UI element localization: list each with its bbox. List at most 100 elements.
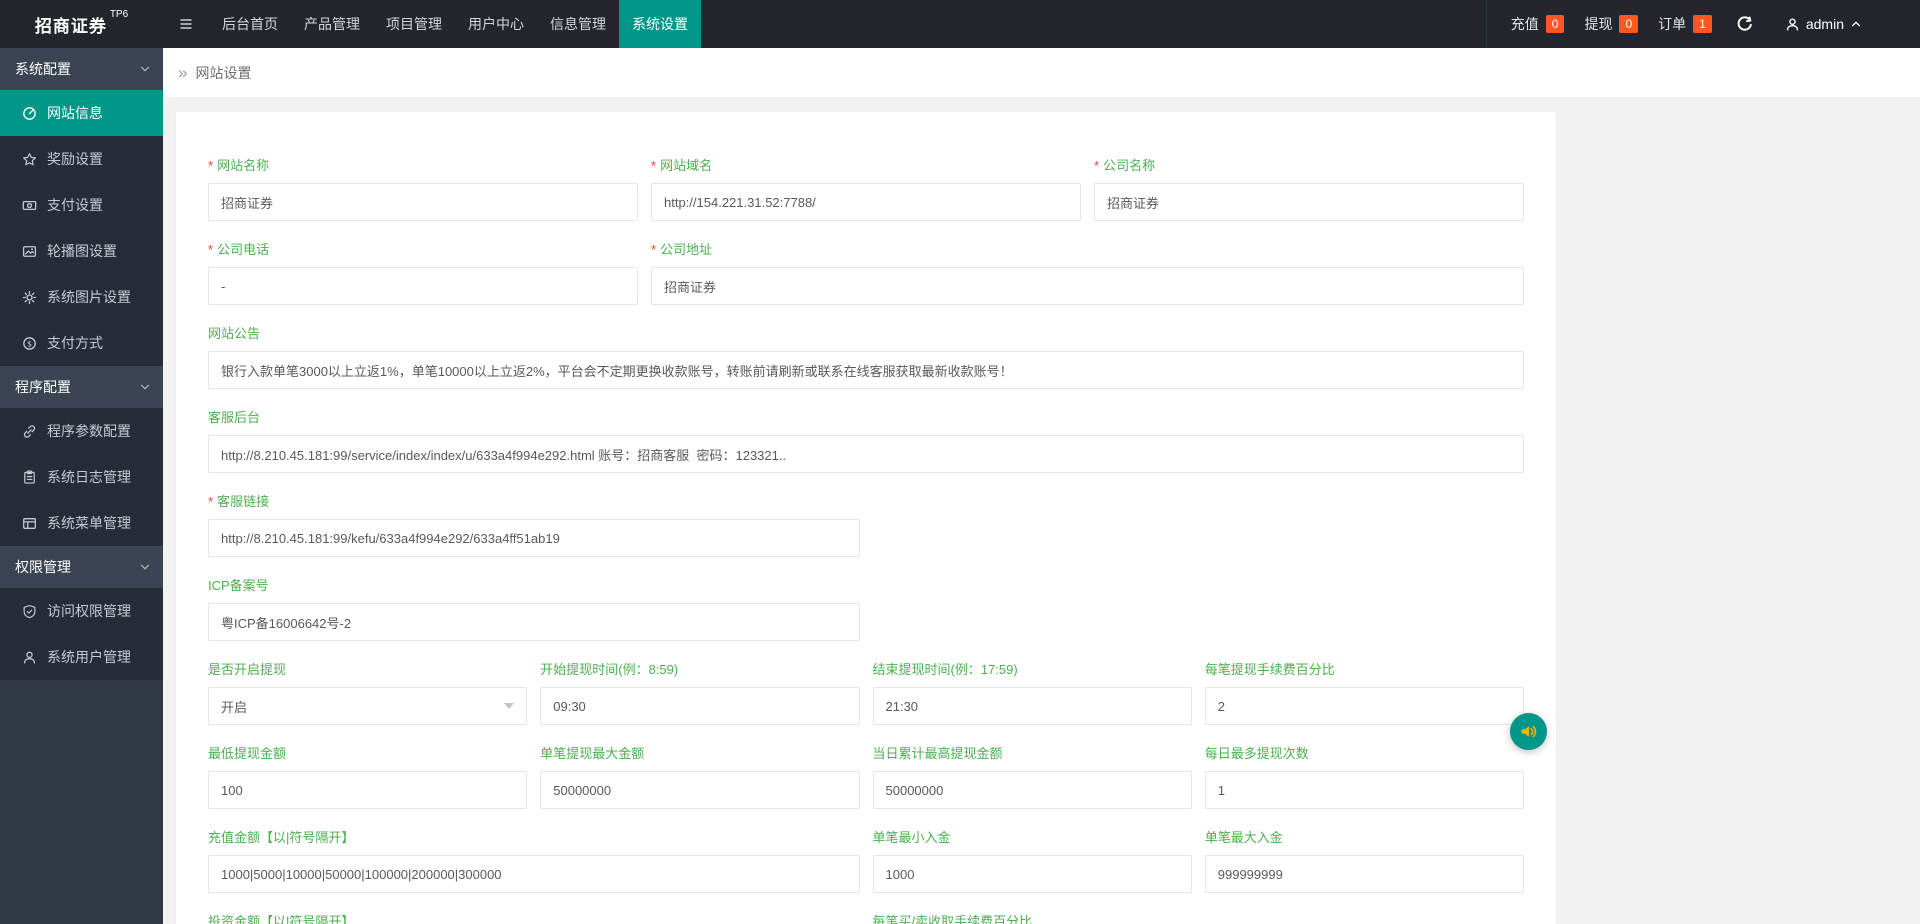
field-label: 客服后台 [208,410,261,425]
company-phone-input[interactable] [208,267,638,305]
banknote-icon [22,198,37,213]
nav-item-projects[interactable]: 项目管理 [373,0,455,48]
min-withdraw-input[interactable] [208,771,528,809]
field-company-phone: * 公司电话 [208,241,638,305]
service-link-input[interactable] [208,519,860,557]
field-withdraw-start-time: 开始提现时间(例：8:59) [540,661,860,725]
refresh-button[interactable] [1722,15,1767,33]
sidebar-item-label: 支付方式 [47,335,103,351]
sidebar-section-program-config[interactable]: 程序配置 [0,366,163,408]
field-max-deposit: 单笔最大入金 [1204,829,1524,893]
section-title-label: 权限管理 [15,559,71,575]
field-trade-fee-percent: 每笔买/卖收取手续费百分比 [873,913,1192,924]
field-withdraw-end-time: 结束提现时间(例：17:59) [872,661,1192,725]
chevron-down-icon [139,381,151,393]
field-label: 网站名称 [217,158,270,173]
max-deposit-input[interactable] [1204,855,1524,893]
max-daily-withdraw-times-input[interactable] [1204,771,1524,809]
sidebar-group: 访问权限管理 系统用户管理 [0,588,163,680]
user-menu[interactable]: admin [1767,16,1862,32]
sidebar-item-label: 访问权限管理 [47,603,131,619]
field-site-name: * 网站名称 [208,157,638,221]
withdraw-end-time-input[interactable] [872,687,1192,725]
site-notice-input[interactable] [208,351,1524,389]
min-deposit-input[interactable] [872,855,1192,893]
field-label: 单笔提现最大金额 [540,746,645,761]
max-daily-withdraw-input[interactable] [872,771,1192,809]
sidebar-section-system-config[interactable]: 系统配置 [0,48,163,90]
nav-item-system-settings[interactable]: 系统设置 [619,0,701,48]
nav-item-info[interactable]: 信息管理 [537,0,619,48]
withdraw-start-time-input[interactable] [540,687,860,725]
sidebar-item-system-images[interactable]: 系统图片设置 [0,274,163,320]
sidebar: 系统配置 网站信息 奖励设置 支付设置 轮播图设置 系统图片设置 $ 支付方式 … [0,48,163,924]
withdraw-notice-button[interactable]: 提现 0 [1574,14,1648,34]
sidebar-item-system-menus[interactable]: 系统菜单管理 [0,500,163,546]
window-icon [22,516,37,531]
sidebar-item-label: 系统图片设置 [47,289,131,305]
recharge-notice-button[interactable]: 充值 0 [1501,14,1575,34]
recharge-amounts-input[interactable] [208,855,860,893]
user-icon [22,650,37,665]
field-max-daily-withdraw: 当日累计最高提现金额 [872,745,1192,809]
max-single-withdraw-input[interactable] [540,771,860,809]
breadcrumb: » 网站设置 [163,48,1920,98]
sidebar-item-reward-settings[interactable]: 奖励设置 [0,136,163,182]
top-header: 招商证券 TP6 后台首页 产品管理 项目管理 用户中心 信息管理 系统设置 充… [0,0,1920,48]
recharge-count-badge: 0 [1545,15,1565,33]
required-marker: * [208,494,214,509]
refresh-icon [1736,15,1753,33]
sidebar-item-label: 系统日志管理 [47,469,131,485]
gear-icon [22,290,37,305]
sidebar-item-label: 网站信息 [47,105,103,121]
main-content: » 网站设置 *网站名称 *网站域名 *公司名称 *公司电话 *公 [163,48,1920,924]
field-min-withdraw: 最低提现金额 [208,745,528,809]
nav-item-products[interactable]: 产品管理 [291,0,373,48]
field-label: 投资金额【以|符号隔开】 [208,914,355,924]
sidebar-item-label: 系统菜单管理 [47,515,131,531]
field-recharge-amounts: 充值金额【以|符号隔开】 [208,829,860,893]
field-label: 每笔提现手续费百分比 [1204,662,1335,677]
top-nav: 后台首页 产品管理 项目管理 用户中心 信息管理 系统设置 [209,0,701,48]
sidebar-item-payment-methods[interactable]: $ 支付方式 [0,320,163,366]
service-backend-input[interactable] [208,435,1524,473]
icp-number-input[interactable] [208,603,860,641]
nav-item-users[interactable]: 用户中心 [455,0,537,48]
sidebar-item-site-info[interactable]: 网站信息 [0,90,163,136]
withdraw-enabled-select[interactable]: 开启 [208,687,528,725]
required-marker: * [651,242,657,257]
breadcrumb-icon: » [178,62,188,82]
chevron-up-icon [1850,18,1862,30]
withdraw-fee-percent-input[interactable] [1204,687,1524,725]
shield-check-icon [22,604,37,619]
field-max-single-withdraw: 单笔提现最大金额 [540,745,860,809]
site-domain-input[interactable] [651,183,1081,221]
sidebar-item-access-permissions[interactable]: 访问权限管理 [0,588,163,634]
header-right: 充值 0 提现 0 订单 1 admin [1485,0,1920,48]
dollar-circle-icon: $ [22,336,37,351]
field-label: 最低提现金额 [208,746,287,761]
clipboard-icon [22,469,37,485]
field-min-deposit: 单笔最小入金 [872,829,1192,893]
recharge-label: 充值 [1510,16,1539,32]
sidebar-section-permissions[interactable]: 权限管理 [0,546,163,588]
sidebar-item-system-users[interactable]: 系统用户管理 [0,634,163,680]
image-icon [22,244,37,259]
chevron-down-icon [139,561,151,573]
field-label: ICP备案号 [208,578,269,593]
sidebar-item-carousel-settings[interactable]: 轮播图设置 [0,228,163,274]
sound-toggle-button[interactable] [1510,713,1547,750]
sidebar-item-system-logs[interactable]: 系统日志管理 [0,454,163,500]
sidebar-item-label: 程序参数配置 [47,423,131,439]
nav-item-dashboard[interactable]: 后台首页 [209,0,291,48]
order-notice-button[interactable]: 订单 1 [1648,14,1722,34]
site-name-input[interactable] [208,183,638,221]
settings-form-card: *网站名称 *网站域名 *公司名称 *公司电话 *公司地址 [176,112,1556,924]
company-name-input[interactable] [1094,183,1524,221]
company-address-input[interactable] [651,267,1524,305]
withdraw-label: 提现 [1584,16,1613,32]
collapse-menu-button[interactable] [163,0,209,48]
sidebar-item-payment-settings[interactable]: 支付设置 [0,182,163,228]
sidebar-item-program-params[interactable]: 程序参数配置 [0,408,163,454]
username: admin [1805,16,1844,32]
